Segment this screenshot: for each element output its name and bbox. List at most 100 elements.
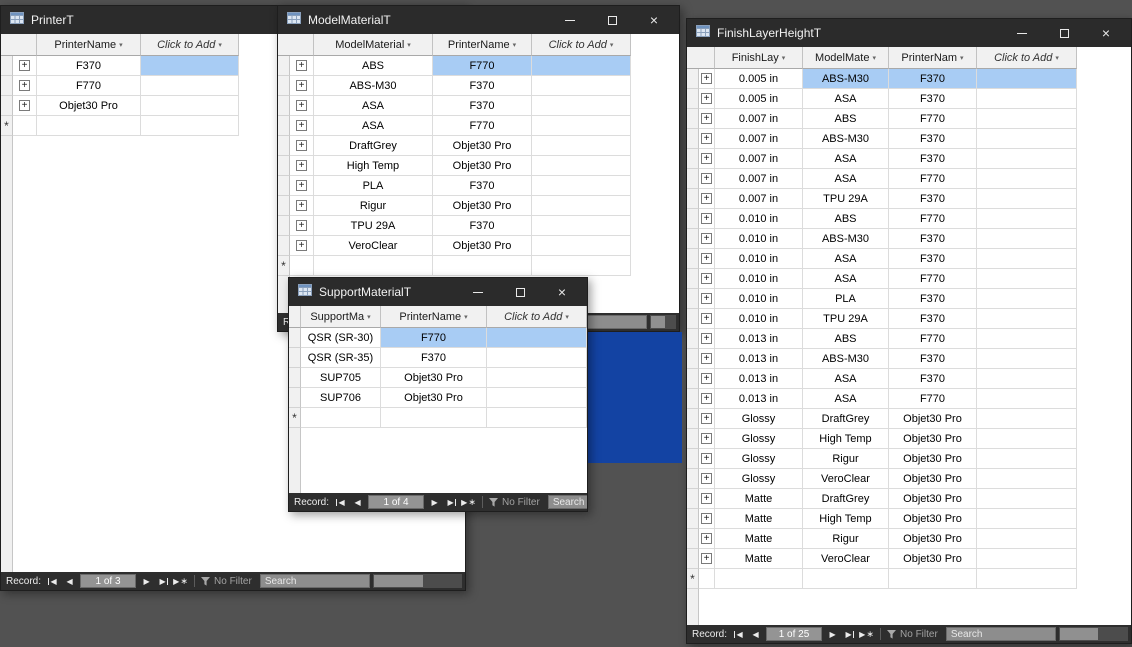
expand-record-icon[interactable]: + bbox=[701, 193, 712, 204]
last-record-button[interactable]: ▶ bbox=[841, 630, 858, 639]
table-cell[interactable]: ASA bbox=[314, 116, 433, 136]
first-record-button[interactable]: ◀ bbox=[332, 498, 349, 507]
window-titlebar[interactable]: FinishLayerHeightT × bbox=[687, 19, 1131, 47]
expand-record-icon[interactable]: + bbox=[701, 133, 712, 144]
click-to-add-cell[interactable] bbox=[532, 256, 631, 276]
column-header-finishlay[interactable]: FinishLay ▾ bbox=[715, 47, 803, 69]
close-button[interactable]: × bbox=[541, 278, 583, 306]
table-cell[interactable]: F770 bbox=[37, 76, 141, 96]
record-selector[interactable] bbox=[289, 328, 301, 348]
table-cell[interactable]: Objet30 Pro bbox=[37, 96, 141, 116]
click-to-add-cell[interactable] bbox=[977, 149, 1077, 169]
expand-record-icon[interactable]: + bbox=[296, 100, 307, 111]
table-cell[interactable]: F370 bbox=[889, 149, 977, 169]
table-cell[interactable]: F370 bbox=[381, 348, 487, 368]
first-record-button[interactable]: ◀ bbox=[730, 630, 747, 639]
table-cell[interactable]: High Temp bbox=[803, 509, 889, 529]
record-selector[interactable] bbox=[687, 189, 699, 209]
click-to-add-cell[interactable] bbox=[977, 509, 1077, 529]
click-to-add-cell[interactable] bbox=[977, 129, 1077, 149]
table-cell[interactable]: ABS-M30 bbox=[803, 129, 889, 149]
maximize-button[interactable] bbox=[499, 278, 541, 306]
column-header-modelmate[interactable]: ModelMate ▾ bbox=[803, 47, 889, 69]
table-cell[interactable]: Objet30 Pro bbox=[381, 368, 487, 388]
table-cell[interactable]: F770 bbox=[889, 169, 977, 189]
expand-record-icon[interactable]: + bbox=[296, 200, 307, 211]
click-to-add-cell[interactable] bbox=[532, 176, 631, 196]
table-cell[interactable]: F770 bbox=[889, 389, 977, 409]
minimize-button[interactable] bbox=[457, 278, 499, 306]
first-record-button[interactable]: ◀ bbox=[44, 577, 61, 586]
table-cell[interactable]: 0.007 in bbox=[715, 149, 803, 169]
table-cell[interactable]: Objet30 Pro bbox=[889, 469, 977, 489]
click-to-add-cell[interactable] bbox=[487, 388, 587, 408]
scrollbar-thumb[interactable] bbox=[373, 575, 423, 587]
record-selector[interactable] bbox=[687, 369, 699, 389]
table-cell[interactable]: F770 bbox=[381, 328, 487, 348]
table-cell[interactable]: QSR (SR-30) bbox=[301, 328, 381, 348]
table-cell[interactable]: 0.013 in bbox=[715, 329, 803, 349]
table-cell[interactable]: ABS bbox=[803, 329, 889, 349]
expand-record-icon[interactable]: + bbox=[19, 60, 30, 71]
table-cell[interactable]: F370 bbox=[889, 289, 977, 309]
search-box[interactable]: Search bbox=[259, 574, 370, 588]
record-counter[interactable]: 1 of 3 bbox=[80, 574, 137, 588]
select-all-corner[interactable] bbox=[289, 306, 301, 328]
horizontal-scrollbar[interactable] bbox=[649, 315, 676, 329]
click-to-add-cell[interactable] bbox=[141, 116, 239, 136]
table-cell[interactable]: TPU 29A bbox=[803, 189, 889, 209]
table-cell[interactable]: High Temp bbox=[314, 156, 433, 176]
table-cell[interactable] bbox=[381, 408, 487, 428]
table-cell[interactable]: ASA bbox=[803, 169, 889, 189]
search-box[interactable]: Search bbox=[547, 495, 587, 509]
next-record-button[interactable]: ▶ bbox=[426, 498, 443, 507]
expand-record-icon[interactable]: + bbox=[701, 533, 712, 544]
table-cell[interactable] bbox=[889, 569, 977, 589]
expand-record-icon[interactable]: + bbox=[701, 373, 712, 384]
click-to-add-cell[interactable] bbox=[977, 89, 1077, 109]
new-record-selector[interactable]: * bbox=[289, 408, 301, 428]
select-all-corner[interactable] bbox=[278, 34, 314, 56]
table-cell[interactable]: Rigur bbox=[314, 196, 433, 216]
click-to-add-cell[interactable] bbox=[977, 569, 1077, 589]
table-cell[interactable]: 0.010 in bbox=[715, 209, 803, 229]
horizontal-scrollbar[interactable] bbox=[1058, 627, 1128, 641]
click-to-add-cell[interactable] bbox=[532, 56, 631, 76]
table-cell[interactable]: Matte bbox=[715, 509, 803, 529]
record-selector[interactable] bbox=[687, 289, 699, 309]
table-cell[interactable]: F370 bbox=[889, 309, 977, 329]
record-selector[interactable] bbox=[687, 409, 699, 429]
table-cell[interactable]: Objet30 Pro bbox=[433, 156, 532, 176]
record-selector[interactable] bbox=[687, 429, 699, 449]
new-record-selector[interactable]: * bbox=[278, 256, 290, 276]
click-to-add-cell[interactable] bbox=[977, 389, 1077, 409]
click-to-add-cell[interactable] bbox=[532, 76, 631, 96]
expand-record-icon[interactable]: + bbox=[701, 153, 712, 164]
previous-record-button[interactable]: ◀ bbox=[61, 577, 78, 586]
scrollbar-thumb[interactable] bbox=[650, 316, 666, 328]
table-cell[interactable]: Glossy bbox=[715, 469, 803, 489]
table-cell[interactable]: Matte bbox=[715, 549, 803, 569]
record-selector[interactable] bbox=[1, 56, 13, 76]
expand-record-icon[interactable]: + bbox=[701, 273, 712, 284]
click-to-add-cell[interactable] bbox=[977, 289, 1077, 309]
table-cell[interactable]: F370 bbox=[889, 349, 977, 369]
column-header-click-to-add[interactable]: Click to Add ▾ bbox=[977, 47, 1077, 69]
click-to-add-cell[interactable] bbox=[977, 309, 1077, 329]
record-counter[interactable]: 1 of 4 bbox=[368, 495, 425, 509]
record-selector[interactable] bbox=[278, 176, 290, 196]
click-to-add-cell[interactable] bbox=[532, 136, 631, 156]
table-cell[interactable]: ASA bbox=[803, 389, 889, 409]
minimize-button[interactable] bbox=[549, 6, 591, 34]
record-selector[interactable] bbox=[289, 348, 301, 368]
expand-record-icon[interactable]: + bbox=[296, 220, 307, 231]
table-cell[interactable]: TPU 29A bbox=[314, 216, 433, 236]
column-header-printername[interactable]: PrinterName ▾ bbox=[381, 306, 487, 328]
table-cell[interactable]: 0.013 in bbox=[715, 389, 803, 409]
table-cell[interactable]: ABS-M30 bbox=[803, 229, 889, 249]
expand-record-icon[interactable]: + bbox=[296, 240, 307, 251]
table-cell[interactable]: F770 bbox=[889, 109, 977, 129]
table-cell[interactable]: ABS-M30 bbox=[314, 76, 433, 96]
table-cell[interactable]: Rigur bbox=[803, 529, 889, 549]
record-selector[interactable] bbox=[1, 96, 13, 116]
